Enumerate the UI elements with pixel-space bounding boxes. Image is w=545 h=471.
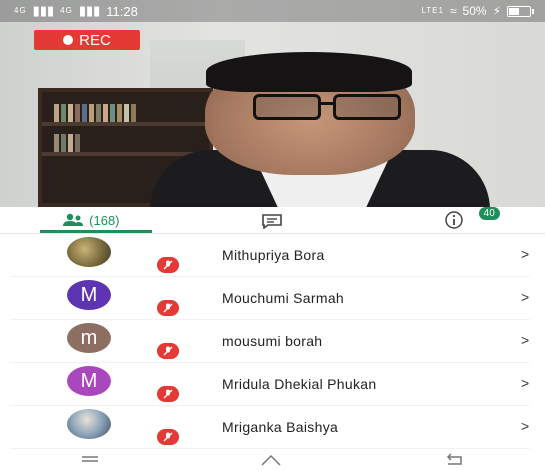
- signal-1-label: 4G: [14, 6, 27, 15]
- signal-2-label: 4G: [60, 6, 73, 15]
- chevron-right-icon[interactable]: >: [521, 375, 529, 391]
- avatar-letter: M: [80, 369, 98, 392]
- avatar: m: [67, 323, 111, 353]
- participant-row[interactable]: M Mridula Dhekial Phukan >: [10, 363, 530, 406]
- chevron-right-icon[interactable]: >: [521, 246, 529, 262]
- battery-icon: [507, 5, 534, 17]
- participant-row[interactable]: Mithupriya Bora >: [10, 234, 530, 277]
- mic-muted-icon: [157, 429, 179, 445]
- charging-icon: ⚡: [492, 4, 501, 18]
- chevron-right-icon[interactable]: >: [521, 418, 529, 434]
- back-icon[interactable]: [443, 453, 465, 467]
- tab-bar: (168) 40: [0, 207, 545, 234]
- participant-name: Mithupriya Bora: [222, 247, 325, 263]
- rec-label: REC: [79, 31, 111, 49]
- tab-info[interactable]: [363, 207, 545, 233]
- glasses-right: [333, 94, 401, 120]
- person-hair: [206, 52, 412, 92]
- info-icon: [445, 211, 463, 229]
- record-dot-icon: [63, 35, 74, 45]
- signal-bars-icon: ▮▮▮: [32, 3, 55, 18]
- glasses-bridge: [321, 102, 335, 105]
- participant-row[interactable]: M Mouchumi Sarmah >: [10, 277, 530, 320]
- mic-muted-icon: [157, 386, 179, 402]
- status-bar: 4G ▮▮▮ 4G ▮▮▮ 11:28 LTE1 ≈ 50% ⚡: [0, 0, 545, 22]
- participant-list: Mithupriya Bora > M Mouchumi Sarmah > m …: [0, 234, 545, 449]
- participant-name: Mouchumi Sarmah: [222, 290, 344, 306]
- avatar-letter: M: [80, 283, 98, 306]
- tab-people[interactable]: (168): [0, 207, 182, 233]
- chat-icon: [261, 214, 282, 229]
- avatar: M: [67, 280, 111, 310]
- clock: 11:28: [106, 3, 138, 19]
- participant-name: Mriganka Baishya: [222, 419, 339, 435]
- participant-row[interactable]: m mousumi borah >: [10, 320, 530, 363]
- menu-icon[interactable]: [80, 454, 100, 466]
- mic-muted-icon: [157, 300, 179, 316]
- avatar-letter: m: [80, 326, 98, 349]
- people-count: (168): [89, 212, 120, 228]
- wifi-icon: ≈: [449, 4, 457, 18]
- mic-muted-icon: [157, 343, 179, 359]
- active-tab-indicator: [40, 230, 152, 233]
- chevron-right-icon[interactable]: >: [521, 332, 529, 348]
- people-icon: [63, 213, 84, 226]
- signal-bars-icon: ▮▮▮: [78, 3, 101, 18]
- participant-row[interactable]: Mriganka Baishya >: [10, 406, 530, 449]
- mic-muted-icon: [157, 257, 179, 273]
- system-nav-bar: [0, 449, 545, 471]
- home-icon[interactable]: [260, 453, 282, 467]
- participant-name: mousumi borah: [222, 333, 323, 349]
- participant-name: Mridula Dhekial Phukan: [222, 376, 377, 392]
- glasses-left: [253, 94, 321, 120]
- avatar: [67, 409, 111, 439]
- avatar: M: [67, 366, 111, 396]
- tab-chat[interactable]: 40: [182, 207, 500, 233]
- avatar: [67, 237, 111, 267]
- rec-indicator: REC: [34, 30, 140, 50]
- chevron-right-icon[interactable]: >: [521, 289, 529, 305]
- battery-percent: 50%: [462, 4, 487, 18]
- network-label: LTE1: [421, 6, 444, 15]
